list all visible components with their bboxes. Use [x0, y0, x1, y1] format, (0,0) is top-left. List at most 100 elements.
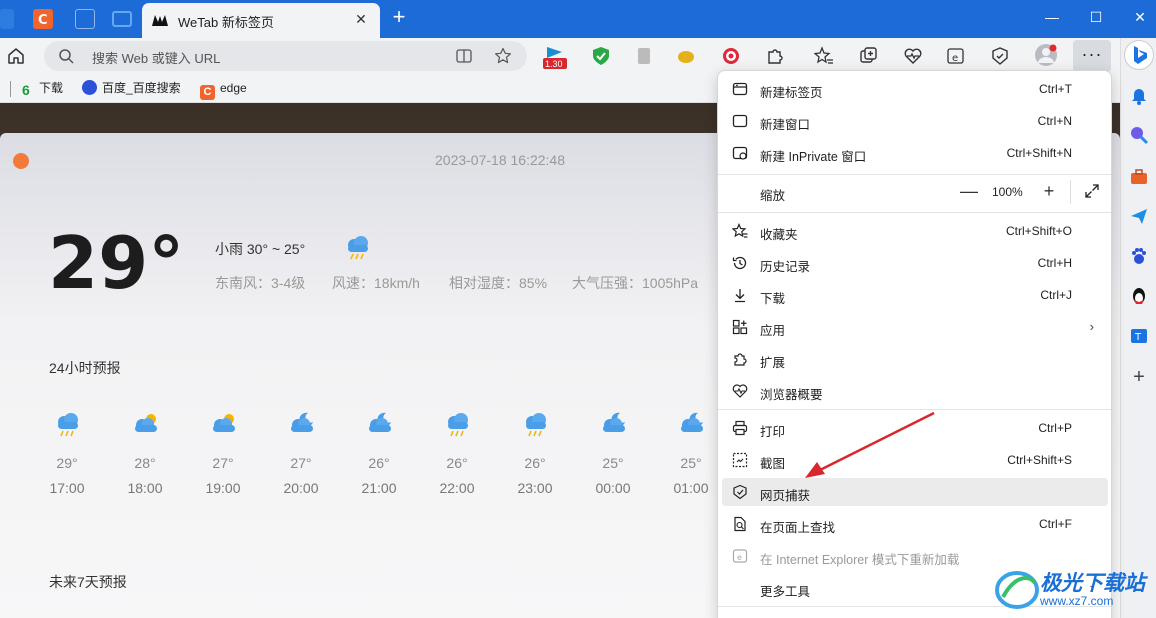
tab-close-icon[interactable]: ✕ [352, 10, 370, 28]
watermark-url: www.xz7.com [1040, 594, 1114, 608]
annotation-arrow [805, 411, 935, 478]
bookmark-download[interactable]: 6 下载 [22, 80, 63, 98]
moon-cloud-icon [369, 412, 391, 432]
browser-essentials-icon[interactable] [903, 46, 923, 66]
edge-sidebar: T + [1120, 38, 1156, 618]
puzzle-extensions-icon[interactable] [765, 46, 785, 66]
menu-item-apps[interactable]: 应用 › [722, 313, 1108, 341]
moon-cloud-icon [603, 412, 625, 432]
target-extension-icon[interactable] [721, 46, 741, 66]
zoom-level: 100% [992, 185, 1023, 199]
send-icon[interactable] [1129, 206, 1149, 226]
hourly-item: 28° 18:00 [120, 410, 170, 496]
zoom-out-button[interactable]: — [959, 182, 979, 202]
search-sidebar-icon[interactable] [1129, 125, 1149, 145]
weather-condition: 小雨 30° ~ 25° [215, 241, 306, 257]
menu-shortcut: Ctrl+H [1037, 256, 1072, 270]
cat-extension-icon[interactable] [676, 46, 696, 66]
web-capture-menu-icon [733, 484, 747, 500]
csdn-icon: C [200, 85, 215, 100]
rain-cloud-icon [526, 413, 546, 437]
toolbox-icon[interactable] [1129, 167, 1149, 187]
file-extension-icon[interactable] [634, 46, 654, 66]
hourly-temp: 29° [56, 455, 78, 471]
menu-item-new-tab[interactable]: 新建标签页 Ctrl+T [722, 75, 1108, 103]
qq-penguin-icon[interactable] [1129, 286, 1149, 306]
menu-label: 缩放 [760, 189, 786, 203]
status-dot[interactable] [13, 153, 29, 169]
menu-item-browser-essentials[interactable]: 浏览器概要 [722, 377, 1108, 405]
find-page-icon [734, 516, 746, 532]
menu-item-new-window[interactable]: 新建窗口 Ctrl+N [722, 107, 1108, 135]
wind-direction: 东南风：3-4级 [215, 275, 306, 291]
sun-cloud-icon [213, 414, 235, 432]
address-bar[interactable]: 搜索 Web 或键入 URL [44, 41, 527, 71]
new-window-icon [732, 114, 748, 128]
zoom-in-button[interactable]: + [1039, 181, 1059, 201]
toolbar: 搜索 Web 或键入 URL 1.30 e ··· [0, 38, 1156, 74]
tab-strip: C WeTab 新标签页 ✕ + — ☐ ✕ [0, 0, 1156, 38]
hourly-item: 27° 20:00 [276, 410, 326, 496]
badge-text: 1.30 [545, 59, 563, 69]
menu-item-new-inprivate[interactable]: 新建 InPrivate 窗口 Ctrl+Shift+N [722, 139, 1108, 167]
add-sidebar-app-button[interactable]: + [1129, 367, 1149, 388]
tab-wetab[interactable]: WeTab 新标签页 ✕ [142, 3, 380, 38]
bing-copilot-icon[interactable] [1124, 40, 1154, 70]
hourly-forecast-title: 24小时预报 [49, 360, 121, 376]
web-capture-icon[interactable] [990, 46, 1010, 66]
baidu-paw-icon [82, 80, 97, 95]
split-screen-icon[interactable] [456, 48, 472, 64]
baidu-sidebar-icon[interactable] [1129, 246, 1149, 266]
download-site-icon: 6 [22, 82, 30, 98]
bookmark-separator [10, 81, 11, 97]
tab-title: WeTab 新标签页 [178, 15, 274, 30]
air-pressure: 大气压强：1005hPa [572, 275, 699, 291]
fullscreen-icon[interactable] [1084, 183, 1100, 199]
menu-label: 更多工具 [760, 585, 811, 599]
ie-mode-icon[interactable]: e [946, 46, 966, 66]
favorites-icon[interactable] [814, 46, 834, 66]
shield-extension-icon[interactable] [591, 46, 611, 66]
collections-icon[interactable] [859, 46, 879, 66]
new-tab-button[interactable]: + [388, 6, 410, 29]
menu-separator [718, 174, 1111, 175]
menu-item-favorites[interactable]: 收藏夹 Ctrl+Shift+O [722, 217, 1108, 245]
pdf-tab-icon[interactable] [75, 9, 95, 29]
menu-label: 截图 [760, 457, 786, 471]
minimize-button[interactable]: — [1040, 6, 1064, 28]
zhihu-tab-icon[interactable] [0, 9, 14, 29]
history-icon [732, 256, 747, 270]
settings-more-button[interactable]: ··· [1073, 40, 1111, 72]
bell-icon[interactable] [1129, 86, 1149, 106]
menu-shortcut: Ctrl+N [1037, 114, 1072, 128]
bookmark-baidu[interactable]: 百度_百度搜索 [82, 80, 181, 98]
tv-tab-icon[interactable] [112, 11, 132, 27]
menu-label: 扩展 [760, 356, 786, 370]
menu-label: 下载 [760, 292, 786, 306]
menu-label: 浏览器概要 [760, 388, 823, 402]
menu-item-extensions[interactable]: 扩展 [722, 345, 1108, 373]
home-icon[interactable] [5, 45, 27, 67]
moon-cloud-icon [681, 412, 703, 432]
hourly-item: 25° 01:00 [666, 410, 716, 496]
add-favorite-icon[interactable] [494, 47, 512, 65]
menu-label: 新建窗口 [760, 118, 811, 132]
hourly-time: 20:00 [283, 480, 319, 496]
weekly-forecast-title: 未来7天预报 [49, 574, 127, 590]
csdn-tab-icon[interactable]: C [33, 9, 53, 29]
translate-icon[interactable]: T [1129, 326, 1149, 346]
menu-shortcut: Ctrl+J [1040, 288, 1072, 302]
rain-cloud-icon [58, 413, 78, 437]
profile-avatar[interactable] [1034, 43, 1058, 67]
menu-item-zoom: 缩放 — 100% + [722, 178, 1108, 206]
maximize-button[interactable]: ☐ [1084, 6, 1108, 28]
favorites-star-icon [732, 223, 748, 238]
inprivate-icon [732, 146, 748, 160]
close-window-button[interactable]: ✕ [1128, 6, 1152, 28]
menu-item-downloads[interactable]: 下载 Ctrl+J [722, 281, 1108, 309]
menu-shortcut: Ctrl+Shift+S [1007, 453, 1072, 467]
menu-item-find-on-page[interactable]: 在页面上查找 Ctrl+F [722, 510, 1108, 538]
menu-item-history[interactable]: 历史记录 Ctrl+H [722, 249, 1108, 277]
bookmark-edge[interactable]: Cedge [200, 80, 247, 100]
extension-badge-icon[interactable]: 1.30 [542, 44, 568, 70]
